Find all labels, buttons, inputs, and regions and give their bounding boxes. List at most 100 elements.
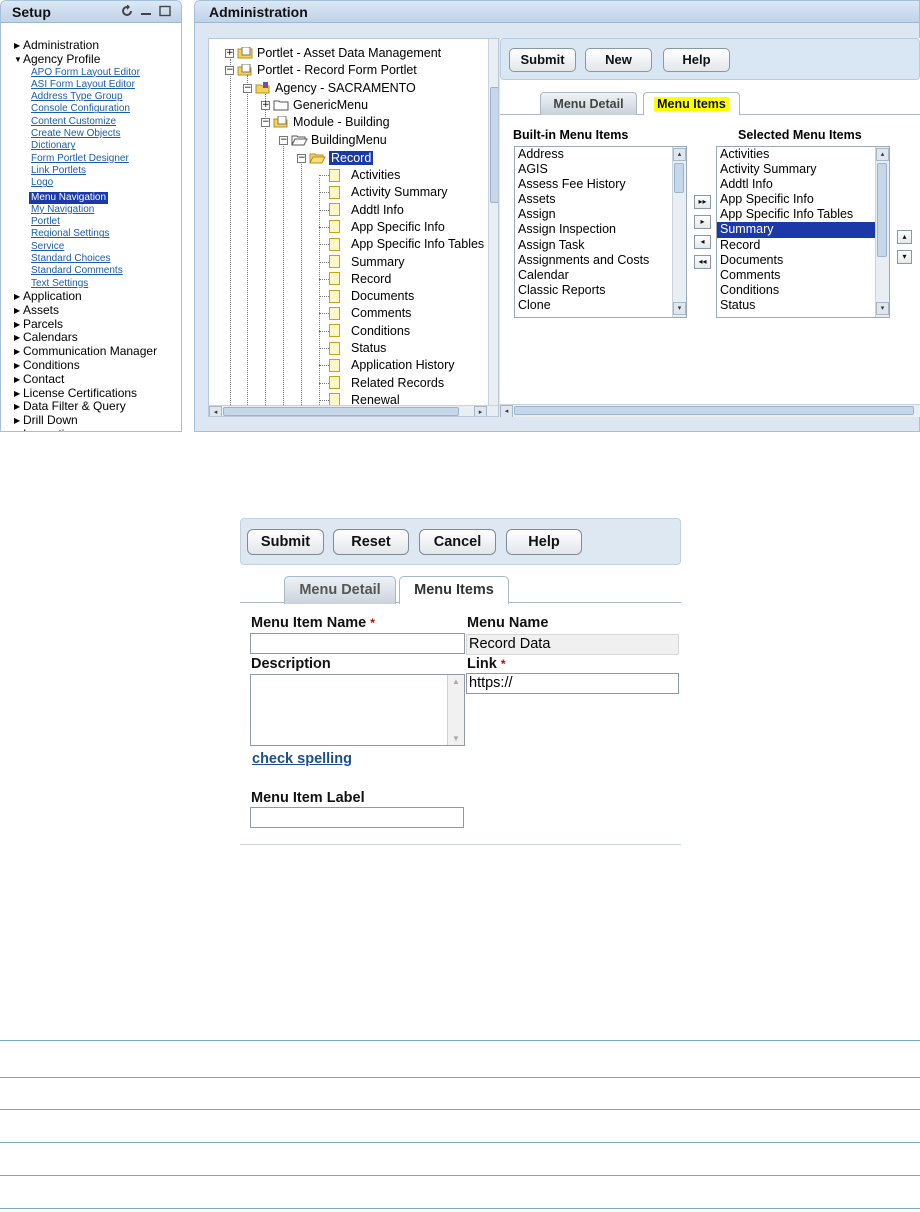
list-scrollbar[interactable]: ▴ ▾ bbox=[672, 147, 686, 317]
setup-subnav-link[interactable]: Dictionary bbox=[31, 140, 75, 151]
setup-subnav-link[interactable]: Logo bbox=[31, 177, 53, 188]
tree-node-module[interactable]: − Module - Building bbox=[261, 114, 390, 130]
list-scrollbar[interactable]: ▴ ▾ bbox=[875, 147, 889, 317]
tree-leaf-item[interactable]: Activity Summary bbox=[329, 184, 448, 200]
tree-node-building-menu[interactable]: − BuildingMenu bbox=[279, 132, 387, 148]
scroll-up-icon[interactable]: ▲ bbox=[452, 677, 460, 686]
submit-button[interactable]: Submit bbox=[509, 48, 576, 72]
tree-leaf-item[interactable]: Application History bbox=[329, 357, 455, 373]
minimize-icon[interactable] bbox=[140, 5, 152, 17]
scroll-thumb[interactable] bbox=[514, 406, 914, 415]
move-all-left-button[interactable]: ◂◂ bbox=[694, 255, 711, 269]
list-option[interactable]: Assign bbox=[515, 207, 672, 222]
scroll-down-icon[interactable]: ▼ bbox=[452, 734, 460, 743]
tree-node-asset-portlet[interactable]: + Portlet - Asset Data Management bbox=[225, 45, 441, 61]
scroll-down-icon[interactable]: ▾ bbox=[673, 302, 686, 315]
setup-subnav-link[interactable]: Service bbox=[31, 241, 64, 252]
list-option[interactable]: Assess Fee History bbox=[515, 177, 672, 192]
setup-nav-item[interactable]: ▶ Parcels bbox=[14, 317, 157, 332]
collapse-icon[interactable]: − bbox=[279, 135, 288, 145]
menu-item-label-input[interactable] bbox=[250, 807, 464, 828]
list-option[interactable]: App Specific Info bbox=[717, 192, 875, 207]
move-left-button[interactable]: ◂ bbox=[694, 235, 711, 249]
setup-nav-item[interactable]: ▶ Administration bbox=[14, 39, 157, 53]
setup-subnav-link[interactable]: Console Configuration bbox=[31, 103, 130, 114]
setup-subnav-link[interactable]: Portlet bbox=[31, 216, 60, 227]
scroll-left-icon[interactable]: ◂ bbox=[500, 405, 513, 417]
scroll-thumb[interactable] bbox=[490, 87, 498, 203]
scroll-up-icon[interactable]: ▴ bbox=[673, 148, 686, 161]
list-option[interactable]: Classic Reports bbox=[515, 283, 672, 298]
expand-icon[interactable]: + bbox=[261, 100, 270, 110]
expand-icon[interactable]: + bbox=[225, 48, 234, 58]
setup-nav-item[interactable]: ▶ Contact bbox=[14, 372, 157, 387]
setup-nav-item[interactable]: ▼Agency Profile bbox=[14, 52, 157, 67]
list-option[interactable]: Assignments and Costs bbox=[515, 253, 672, 268]
tab-menu-items[interactable]: Menu Items bbox=[399, 576, 509, 604]
setup-nav-item[interactable]: ▶ Calendars bbox=[14, 331, 157, 345]
tree-leaf-item[interactable]: Conditions bbox=[329, 323, 410, 339]
refresh-icon[interactable] bbox=[121, 5, 133, 17]
tree-leaf-item[interactable]: Comments bbox=[329, 305, 411, 321]
scroll-thumb[interactable] bbox=[223, 407, 459, 416]
scroll-down-icon[interactable]: ▾ bbox=[876, 302, 889, 315]
help-button[interactable]: Help bbox=[663, 48, 730, 72]
check-spelling-link[interactable]: check spelling bbox=[252, 751, 352, 767]
setup-nav-item[interactable]: ▶ Conditions bbox=[14, 359, 157, 373]
setup-subnav-link[interactable]: Regional Settings bbox=[31, 228, 109, 239]
tree-leaf-item[interactable]: Record bbox=[329, 271, 391, 287]
cancel-button[interactable]: Cancel bbox=[419, 529, 496, 555]
setup-nav-item[interactable]: ▶ Drill Down bbox=[14, 414, 157, 428]
scroll-thumb[interactable] bbox=[877, 163, 887, 257]
setup-subnav-link[interactable]: Content Customize bbox=[31, 116, 116, 127]
setup-subnav-link[interactable]: Form Portlet Designer bbox=[31, 153, 129, 164]
setup-subnav-link[interactable]: Menu Navigation bbox=[29, 191, 109, 204]
collapse-icon[interactable]: − bbox=[243, 83, 252, 93]
reset-button[interactable]: Reset bbox=[333, 529, 409, 555]
list-option[interactable]: Activities bbox=[717, 147, 875, 162]
scroll-right-icon[interactable]: ▸ bbox=[474, 406, 487, 416]
setup-subnav-link[interactable]: ASI Form Layout Editor bbox=[31, 79, 135, 90]
tree-leaf-item[interactable]: App Specific Info bbox=[329, 219, 445, 235]
list-option[interactable]: Address bbox=[515, 147, 672, 162]
builtin-items-list[interactable]: Address AGIS Assess Fee History Assets Assig… bbox=[514, 146, 687, 318]
tree-leaf-item[interactable]: Activities bbox=[329, 167, 400, 183]
setup-subnav-link[interactable]: APO Form Layout Editor bbox=[31, 67, 140, 78]
maximize-icon[interactable] bbox=[159, 5, 171, 17]
new-button[interactable]: New bbox=[585, 48, 652, 72]
list-option[interactable]: Clone bbox=[515, 298, 672, 313]
move-right-button[interactable]: ▸ bbox=[694, 215, 711, 229]
tree-leaf-item[interactable]: App Specific Info Tables bbox=[329, 236, 484, 252]
list-option[interactable]: Summary bbox=[717, 222, 875, 238]
link-input[interactable]: https:// bbox=[466, 673, 679, 694]
setup-subnav-link[interactable]: Standard Choices bbox=[31, 253, 111, 264]
list-option[interactable]: Addtl Info bbox=[717, 177, 875, 192]
tree-node-generic-menu[interactable]: + GenericMenu bbox=[261, 97, 368, 113]
tree-leaf-item[interactable]: Status bbox=[329, 340, 386, 356]
editor-horizontal-scrollbar[interactable]: ◂ bbox=[500, 404, 920, 417]
list-option[interactable]: Activity Summary bbox=[717, 162, 875, 177]
list-option[interactable]: Assets bbox=[515, 192, 672, 207]
tree-node-record[interactable]: − Record bbox=[297, 150, 374, 166]
scroll-thumb[interactable] bbox=[674, 163, 684, 193]
setup-subnav-link[interactable]: Standard Comments bbox=[31, 265, 123, 276]
list-option[interactable]: Comments bbox=[717, 268, 875, 283]
scroll-up-icon[interactable]: ▴ bbox=[876, 148, 889, 161]
list-option[interactable]: Record bbox=[717, 238, 875, 253]
setup-nav-item[interactable]: ▶ License Certifications bbox=[14, 386, 157, 401]
setup-nav-item[interactable]: ▶ Application bbox=[14, 290, 157, 304]
list-option[interactable]: Conditions bbox=[717, 283, 875, 298]
menu-item-name-input[interactable] bbox=[250, 633, 465, 654]
setup-subnav-link[interactable]: Address Type Group bbox=[31, 91, 123, 102]
description-textarea[interactable] bbox=[250, 674, 465, 746]
setup-nav-item[interactable]: ▶ Data Filter & Query bbox=[14, 400, 157, 414]
scroll-left-icon[interactable]: ◂ bbox=[209, 406, 222, 416]
tree-leaf-item[interactable]: Addtl Info bbox=[329, 202, 404, 218]
help-button[interactable]: Help bbox=[506, 529, 582, 555]
setup-subnav-link[interactable]: Link Portlets bbox=[31, 165, 86, 176]
tree-vertical-scrollbar[interactable] bbox=[488, 39, 498, 405]
collapse-icon[interactable]: − bbox=[261, 117, 270, 127]
tab-menu-detail[interactable]: Menu Detail bbox=[540, 92, 637, 115]
tab-menu-items[interactable]: Menu Items bbox=[643, 92, 740, 115]
tree-horizontal-scrollbar[interactable]: ◂ ▸ bbox=[209, 405, 498, 416]
